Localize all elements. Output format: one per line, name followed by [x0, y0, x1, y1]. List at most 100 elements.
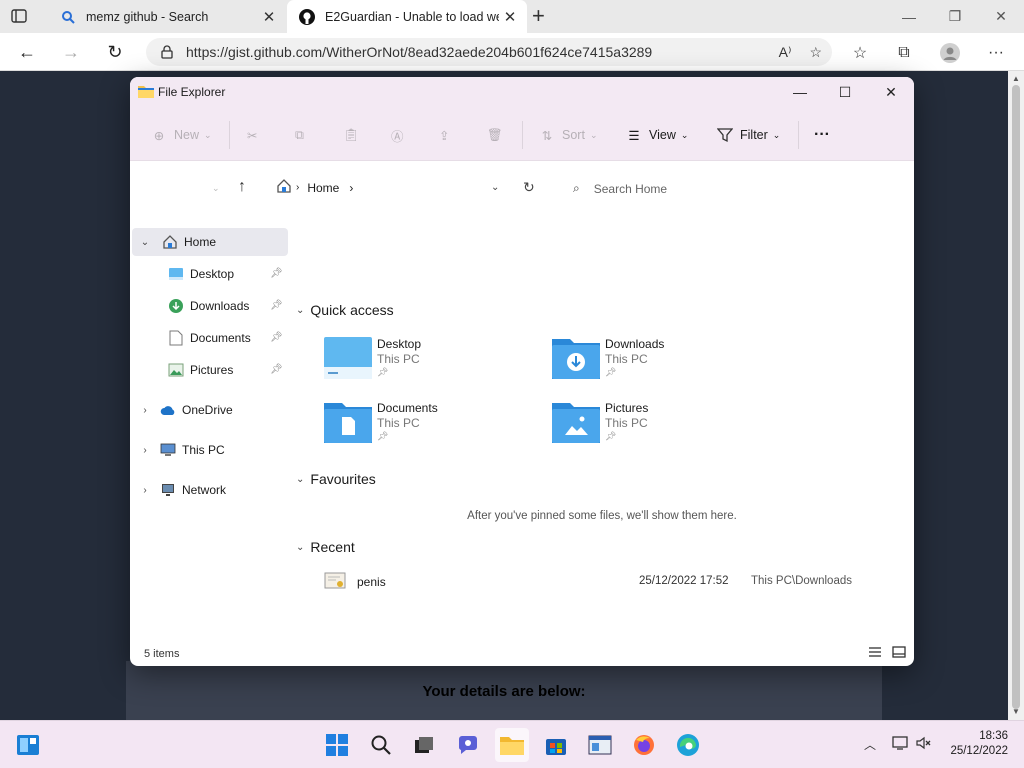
collections-icon[interactable]: ⧉: [893, 42, 915, 64]
nav-item-home[interactable]: ⌄ Home: [132, 228, 288, 256]
share-icon[interactable]: ⇪: [439, 124, 449, 146]
nav-item-documents[interactable]: Documents: [130, 324, 251, 352]
chat-icon[interactable]: [456, 733, 480, 757]
chevron-down-icon[interactable]: ⌄: [138, 237, 152, 248]
up-arrow-icon[interactable]: ↑: [238, 178, 246, 196]
more-options-button[interactable]: ···: [814, 124, 830, 146]
divider: [229, 121, 230, 149]
search-icon[interactable]: [369, 733, 393, 757]
nav-item-onedrive[interactable]: › OneDrive: [130, 396, 232, 424]
lock-icon[interactable]: [160, 45, 174, 59]
quick-access-pictures[interactable]: Pictures This PC 📌︎: [552, 399, 772, 453]
recent-file-row[interactable]: penis 25/12/2022 17:52 This PC\Downloads: [320, 571, 900, 593]
widgets-icon[interactable]: [16, 733, 40, 757]
explorer-maximize-button[interactable]: ☐: [822, 77, 868, 107]
recent-locations-icon[interactable]: ⌄: [212, 183, 220, 194]
chevron-right-icon[interactable]: ›: [138, 405, 152, 416]
section-quick-access[interactable]: ⌄ Quick access: [296, 302, 394, 318]
section-favourites[interactable]: ⌄ Favourites: [296, 471, 376, 487]
display-icon[interactable]: [892, 736, 908, 753]
scroll-up-icon[interactable]: ▲: [1012, 74, 1020, 83]
tab-close-button[interactable]: ✕: [499, 8, 521, 26]
breadcrumb-home[interactable]: Home: [307, 181, 339, 195]
explorer-close-button[interactable]: ✕: [868, 77, 914, 107]
copy-icon[interactable]: ⧉: [295, 124, 304, 146]
firefox-icon[interactable]: [632, 733, 656, 757]
system-clock[interactable]: 18:36 25/12/2022: [950, 729, 1008, 759]
recent-file-date: 25/12/2022 17:52: [639, 575, 729, 587]
explorer-minimize-button[interactable]: —: [777, 77, 823, 107]
volume-muted-icon[interactable]: [916, 736, 932, 753]
task-view-icon[interactable]: [412, 733, 436, 757]
nav-item-network[interactable]: › Network: [130, 476, 226, 504]
sort-button[interactable]: ⇅ Sort ⌄: [538, 124, 598, 146]
view-icon: ☰: [628, 128, 640, 143]
refresh-icon[interactable]: ↻: [523, 179, 535, 196]
quick-access-downloads[interactable]: Downloads This PC 📌︎: [552, 335, 772, 389]
browser-minimize-button[interactable]: —: [886, 0, 932, 33]
quick-access-documents[interactable]: Documents This PC 📌︎: [324, 399, 544, 453]
pin-icon: 📌︎: [377, 431, 389, 441]
tab-actions-icon[interactable]: [10, 7, 28, 25]
section-recent[interactable]: ⌄ Recent: [296, 539, 355, 555]
document-icon: [168, 330, 184, 346]
rename-icon[interactable]: Ⓐ: [391, 124, 404, 146]
certificate-file-icon: [324, 572, 346, 589]
browser-close-button[interactable]: ✕: [978, 0, 1024, 33]
view-button[interactable]: ☰ View ⌄: [625, 124, 688, 146]
cut-icon[interactable]: ✂: [247, 124, 257, 146]
refresh-icon[interactable]: ↻: [102, 39, 128, 65]
address-dropdown-icon[interactable]: ⌄: [491, 182, 499, 193]
search-input[interactable]: ⌕ Search Home: [573, 181, 667, 196]
quick-access-name: Pictures: [605, 401, 649, 415]
add-favorite-icon[interactable]: ☆: [809, 44, 822, 61]
navigation-pane: ⌄ Home Desktop 📌︎ Downloads 📌︎ Documents: [130, 213, 290, 633]
profile-avatar-icon[interactable]: [939, 42, 961, 64]
new-button[interactable]: ⊕ New ⌄: [150, 124, 212, 146]
paste-icon[interactable]: 📋︎: [343, 124, 359, 146]
show-hidden-icons-icon[interactable]: ︿: [864, 736, 876, 753]
chevron-right-icon[interactable]: ›: [138, 485, 152, 496]
details-view-icon[interactable]: [868, 646, 882, 661]
explorer-title-bar[interactable]: File Explorer — ☐ ✕: [130, 77, 914, 107]
start-windows-icon[interactable]: [325, 733, 349, 757]
tab-title: E2Guardian - Unable to load web page: [325, 9, 499, 24]
nav-item-pictures[interactable]: Pictures: [130, 356, 233, 384]
nav-label: Network: [182, 483, 227, 497]
chevron-right-icon[interactable]: ›: [349, 181, 353, 195]
url-field[interactable]: https://gist.github.com/WitherOrNot/8ead…: [146, 38, 832, 66]
filter-button[interactable]: Filter ⌄: [716, 124, 780, 146]
settings-more-icon[interactable]: ···: [985, 42, 1007, 64]
nav-item-this-pc[interactable]: › This PC: [130, 436, 224, 464]
favorites-icon[interactable]: ☆: [849, 42, 871, 64]
control-panel-icon[interactable]: [588, 733, 612, 757]
file-explorer-taskbar-icon[interactable]: [495, 728, 529, 762]
chevron-right-icon[interactable]: ›: [138, 445, 152, 456]
delete-icon[interactable]: 🗑︎: [487, 124, 503, 146]
scrollbar-thumb[interactable]: [1012, 85, 1020, 709]
scroll-down-icon[interactable]: ▼: [1012, 707, 1020, 716]
new-tab-button[interactable]: +: [532, 4, 545, 28]
quick-access-name: Downloads: [605, 337, 665, 351]
quick-access-desktop[interactable]: Desktop This PC 📌︎: [324, 335, 544, 389]
tab-e2guardian[interactable]: E2Guardian - Unable to load web page ✕: [287, 0, 527, 33]
breadcrumb[interactable]: › Home ›: [276, 179, 353, 196]
nav-item-desktop[interactable]: Desktop: [130, 260, 234, 288]
favourites-empty-message: After you've pinned some files, we'll sh…: [467, 510, 737, 522]
tab-close-button[interactable]: ✕: [258, 8, 280, 26]
tiles-view-icon[interactable]: [892, 646, 906, 661]
read-aloud-icon[interactable]: A⁾: [779, 44, 792, 61]
forward-arrow-icon[interactable]: →: [58, 39, 84, 65]
back-arrow-icon[interactable]: ←: [14, 39, 40, 65]
edge-icon[interactable]: [676, 733, 700, 757]
microsoft-store-icon[interactable]: [544, 733, 568, 757]
tab-memz-search[interactable]: memz github - Search ✕: [48, 0, 286, 33]
desktop-icon: [168, 266, 184, 282]
pin-icon: 📌︎: [605, 367, 617, 377]
pin-icon: 📌︎: [270, 364, 283, 375]
chevron-down-icon: ⌄: [589, 129, 598, 140]
chevron-down-icon: ⌄: [680, 129, 689, 140]
browser-restore-button[interactable]: ❐: [932, 0, 978, 33]
page-scrollbar[interactable]: ▲ ▼: [1008, 71, 1024, 720]
nav-item-downloads[interactable]: Downloads: [130, 292, 249, 320]
